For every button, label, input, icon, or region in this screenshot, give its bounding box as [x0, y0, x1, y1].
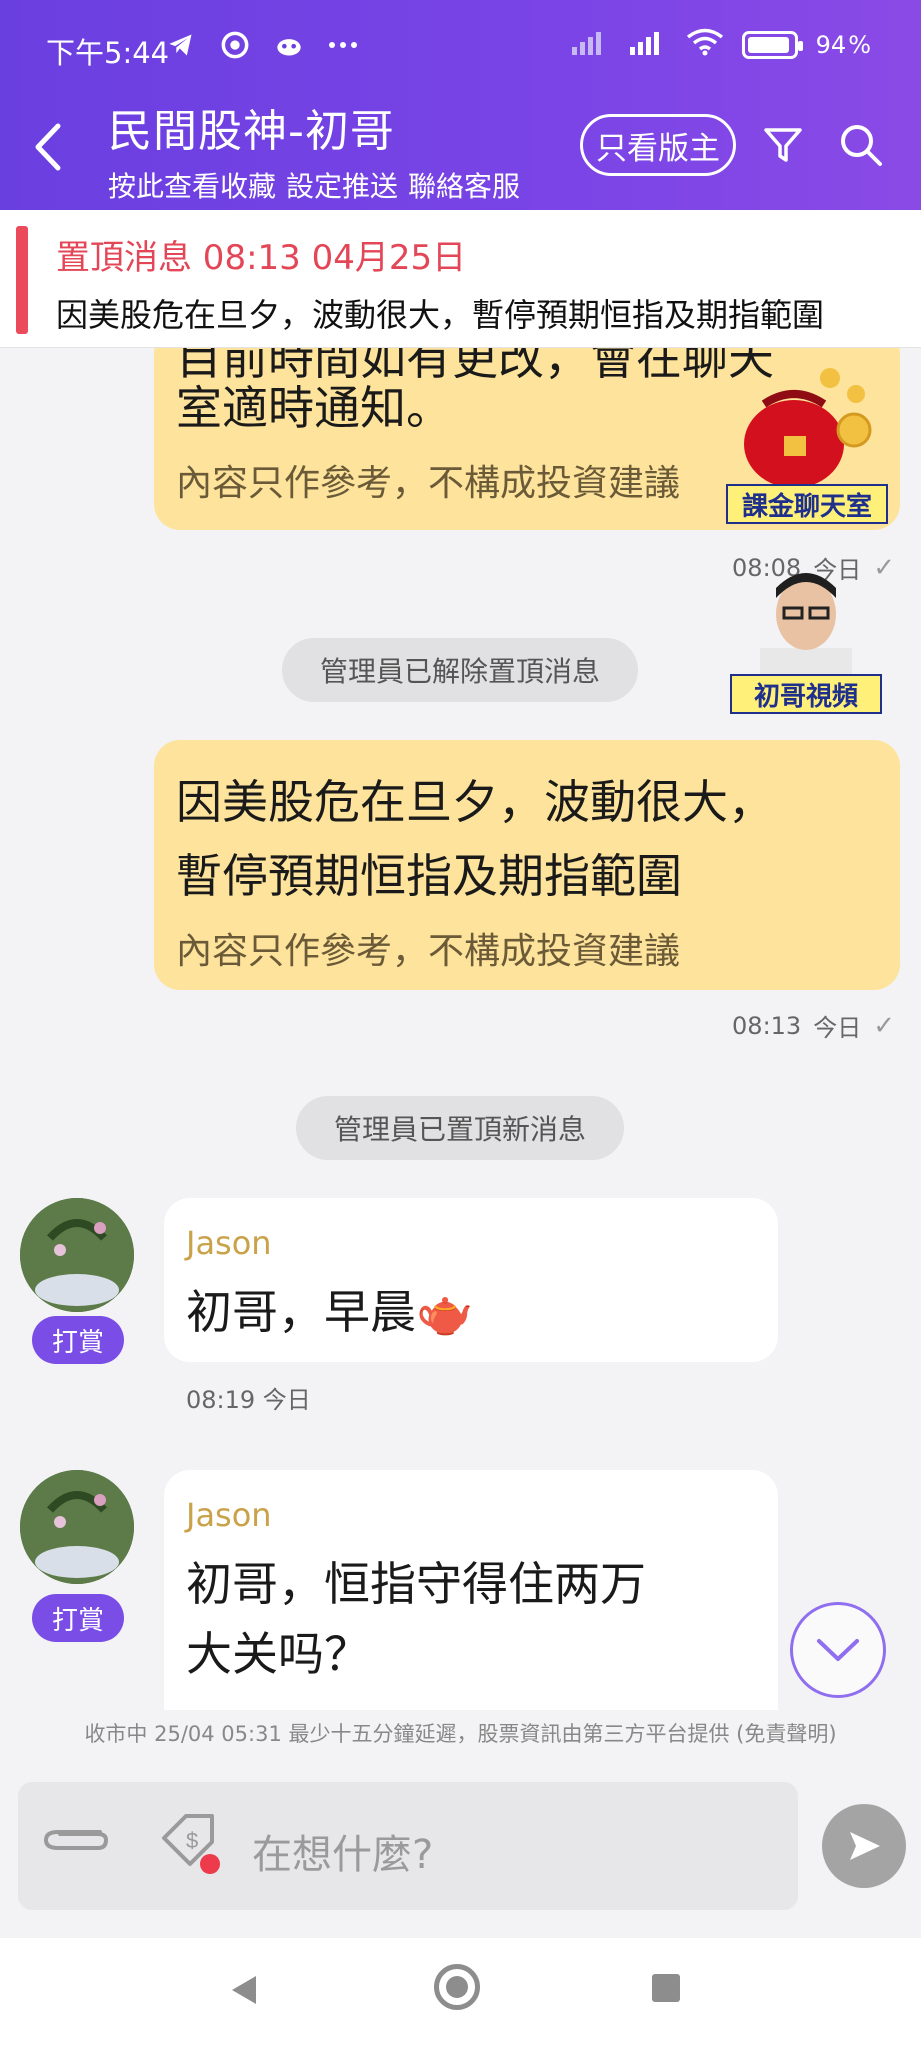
avatar[interactable] — [20, 1198, 134, 1312]
tip-button[interactable]: 打賞 — [32, 1594, 124, 1642]
filter-icon[interactable] — [762, 124, 804, 166]
app-header: 下午5:44 94 % 民間股神-初哥 按此查看收藏 設定推送 聯絡客服 只看版… — [0, 0, 921, 210]
video-label: 初哥視頻 — [730, 674, 882, 714]
video-widget[interactable]: 初哥視頻 — [730, 562, 882, 714]
message-text: 初哥，早晨🫖 — [186, 1285, 474, 1339]
nav-back-icon[interactable] — [228, 1974, 260, 2010]
signal-icon — [628, 29, 668, 61]
red-packet-icon — [744, 368, 872, 488]
nav-recent-icon[interactable] — [652, 1974, 680, 2002]
paid-chatroom-label: 課金聊天室 — [726, 484, 888, 524]
app-icon — [274, 30, 304, 60]
send-icon — [850, 1832, 880, 1860]
status-time: 下午5:44 — [46, 36, 170, 70]
more-icon — [328, 30, 358, 60]
sender-name: Jason — [186, 1224, 272, 1262]
message-placeholder: 在想什麼? — [252, 1832, 434, 1878]
battery-level — [747, 37, 789, 53]
message-text: 因美股危在旦夕，波動很大， — [176, 775, 774, 829]
tip-button[interactable]: 打賞 — [32, 1316, 124, 1364]
message-text: 暫停預期恒指及期指範圍 — [176, 849, 682, 903]
pinned-message[interactable]: 置頂消息 08:13 04月25日 因美股危在旦夕，波動很大，暫停預期恒指及期指… — [0, 210, 921, 348]
telegram-icon — [166, 30, 196, 60]
avatar[interactable] — [20, 1470, 134, 1584]
message-bubble[interactable]: 因美股危在旦夕，波動很大， 暫停預期恒指及期指範圍 內容只作參考，不構成投資建議 — [154, 740, 900, 990]
scroll-down-button[interactable] — [790, 1602, 886, 1698]
chrome-icon — [220, 30, 250, 60]
page-title: 民間股神-初哥 — [108, 106, 395, 157]
header-links: 按此查看收藏 設定推送 聯絡客服 — [108, 165, 520, 205]
signal-off-icon — [570, 29, 610, 61]
message-bubble[interactable]: Jason 初哥，恒指守得住两万 大关吗？ — [164, 1470, 778, 1710]
check-icon: ✓ — [873, 1010, 895, 1041]
message-bubble[interactable]: Jason 初哥，早晨🫖 — [164, 1198, 778, 1362]
market-disclaimer[interactable]: 收市中 25/04 05:31 最少十五分鐘延遲，股票資訊由第三方平台提供 (免… — [0, 1710, 921, 1758]
sender-name: Jason — [186, 1496, 272, 1534]
pinned-accent-bar — [16, 226, 28, 334]
chat-list[interactable]: 目前時間如有更改，會在聊天 室適時通知。 內容只作參考，不構成投資建議 08:0… — [0, 348, 921, 1710]
contact-support-link[interactable]: 聯絡客服 — [408, 165, 520, 205]
message-time: 08:13 今日 ✓ — [732, 1010, 895, 1043]
message-text: 室適時通知。 — [176, 381, 452, 435]
svg-text:$: $ — [186, 1828, 198, 1853]
pinned-text: 因美股危在旦夕，波動很大，暫停預期恒指及期指範圍 — [56, 296, 825, 334]
notification-dot — [200, 1854, 220, 1874]
nav-home-icon[interactable] — [434, 1964, 480, 2010]
system-nav-bar — [0, 1938, 921, 2048]
tip-tag-icon[interactable]: $ — [156, 1808, 220, 1874]
chevron-down-icon — [817, 1639, 859, 1661]
message-composer: $ 在想什麼? — [0, 1758, 921, 1938]
battery-percent: 94 — [815, 31, 847, 59]
paid-chatroom-widget[interactable]: 課金聊天室 — [722, 344, 890, 524]
wifi-icon — [686, 28, 724, 62]
message-text: 大关吗？ — [186, 1627, 370, 1681]
system-notice: 管理員已置頂新消息 — [296, 1096, 624, 1160]
view-favorites-link[interactable]: 按此查看收藏 — [108, 165, 276, 205]
status-bar: 下午5:44 94 % — [0, 0, 921, 100]
message-disclaimer: 內容只作參考，不構成投資建議 — [176, 931, 681, 972]
message-time: 08:19 今日 — [186, 1386, 311, 1414]
send-button[interactable] — [822, 1804, 906, 1888]
search-icon[interactable] — [838, 122, 884, 168]
owner-only-button[interactable]: 只看版主 — [580, 114, 736, 176]
paperclip-icon[interactable] — [40, 1818, 112, 1874]
message-disclaimer: 內容只作參考，不構成投資建議 — [176, 463, 681, 504]
back-button[interactable] — [20, 112, 80, 182]
system-notice: 管理員已解除置頂消息 — [282, 638, 638, 702]
battery-icon — [741, 31, 803, 59]
message-text: 初哥，恒指守得住两万 — [186, 1557, 646, 1611]
host-portrait-icon — [760, 573, 852, 680]
pinned-header: 置頂消息 08:13 04月25日 — [56, 238, 467, 278]
push-settings-link[interactable]: 設定推送 — [286, 165, 398, 205]
